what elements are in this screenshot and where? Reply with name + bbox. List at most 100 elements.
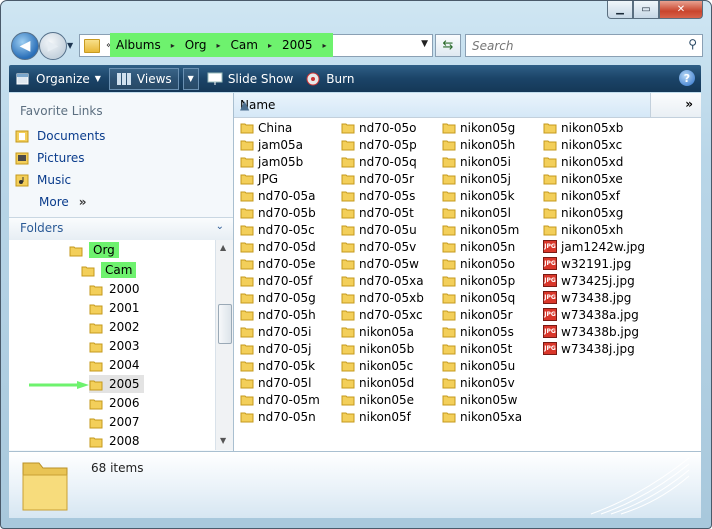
- scroll-down-icon[interactable]: ▼: [220, 436, 226, 445]
- views-button[interactable]: Views: [108, 67, 179, 90]
- file-item[interactable]: JPG w73438b.jpg: [543, 323, 639, 340]
- file-item[interactable]: nikon05h: [442, 136, 515, 153]
- scroll-thumb[interactable]: [218, 304, 232, 344]
- file-item[interactable]: nd70-05m: [240, 391, 320, 408]
- file-item[interactable]: nikon05w: [442, 391, 518, 408]
- file-item[interactable]: nikon05i: [442, 153, 511, 170]
- file-item[interactable]: nd70-05c: [240, 221, 315, 238]
- file-item[interactable]: nd70-05xb: [341, 289, 424, 306]
- search-input[interactable]: [470, 35, 674, 56]
- file-item[interactable]: nd70-05a: [240, 187, 315, 204]
- tree-item-2008[interactable]: 2008: [89, 432, 140, 450]
- tree-item-2000[interactable]: 2000: [89, 280, 140, 298]
- file-item[interactable]: nikon05xe: [543, 170, 623, 187]
- file-item[interactable]: jam05b: [240, 153, 303, 170]
- views-dropdown[interactable]: ▼: [182, 67, 199, 90]
- tree-item-2002[interactable]: 2002: [89, 318, 140, 336]
- file-item[interactable]: nd70-05e: [240, 255, 315, 272]
- file-item[interactable]: JPG w73438a.jpg: [543, 306, 639, 323]
- file-item[interactable]: nd70-05t: [341, 204, 414, 221]
- refresh-button[interactable]: ⇆: [435, 34, 461, 57]
- file-item[interactable]: nikon05xc: [543, 136, 622, 153]
- favorite-more[interactable]: More »: [39, 195, 87, 209]
- crumb-separator[interactable]: ▸: [171, 41, 175, 50]
- organize-button[interactable]: Organize ▼: [9, 65, 107, 92]
- file-item[interactable]: nd70-05r: [341, 170, 414, 187]
- file-item[interactable]: nd70-05u: [341, 221, 417, 238]
- file-item[interactable]: nikon05e: [341, 391, 414, 408]
- file-item[interactable]: nikon05r: [442, 306, 513, 323]
- file-item[interactable]: nikon05o: [442, 255, 515, 272]
- file-item[interactable]: nikon05a: [341, 323, 414, 340]
- file-item[interactable]: nd70-05g: [240, 289, 316, 306]
- file-item[interactable]: nd70-05l: [240, 374, 311, 391]
- file-item[interactable]: nd70-05n: [240, 408, 316, 425]
- tree-item-2005[interactable]: 2005: [89, 375, 144, 393]
- file-item[interactable]: JPG: [240, 170, 278, 187]
- file-item[interactable]: nd70-05q: [341, 153, 417, 170]
- file-item[interactable]: nikon05b: [341, 340, 414, 357]
- file-item[interactable]: nikon05f: [341, 408, 411, 425]
- file-item[interactable]: nd70-05s: [341, 187, 415, 204]
- tree-item-2003[interactable]: 2003: [89, 337, 140, 355]
- file-item[interactable]: nd70-05v: [341, 238, 416, 255]
- file-item[interactable]: nikon05d: [341, 374, 414, 391]
- file-item[interactable]: JPG w32191.jpg: [543, 255, 631, 272]
- file-item[interactable]: nikon05xb: [543, 119, 623, 136]
- tree-item-2007[interactable]: 2007: [89, 413, 140, 431]
- file-item[interactable]: nikon05j: [442, 170, 511, 187]
- file-item[interactable]: nd70-05i: [240, 323, 311, 340]
- favorite-documents[interactable]: Documents: [15, 129, 105, 143]
- file-item[interactable]: nikon05xa: [442, 408, 522, 425]
- file-item[interactable]: nikon05c: [341, 357, 413, 374]
- close-button[interactable]: ✕: [659, 1, 703, 19]
- file-item[interactable]: nd70-05k: [240, 357, 315, 374]
- file-item[interactable]: nd70-05xa: [341, 272, 424, 289]
- crumb-albums[interactable]: Albums: [116, 38, 161, 52]
- file-item[interactable]: JPG w73425j.jpg: [543, 272, 635, 289]
- search-box[interactable]: ⚲: [465, 34, 703, 57]
- crumb-2005[interactable]: 2005: [282, 38, 313, 52]
- crumb-separator[interactable]: ▸: [217, 41, 221, 50]
- file-item[interactable]: China: [240, 119, 292, 136]
- tree-scrollbar[interactable]: ▲ ▼: [215, 240, 233, 450]
- back-button[interactable]: ◀: [11, 32, 39, 60]
- file-item[interactable]: nd70-05d: [240, 238, 316, 255]
- file-item[interactable]: nikon05xf: [543, 187, 620, 204]
- file-item[interactable]: nikon05t: [442, 340, 512, 357]
- file-item[interactable]: nd70-05j: [240, 340, 311, 357]
- file-item[interactable]: nikon05p: [442, 272, 515, 289]
- file-item[interactable]: nd70-05h: [240, 306, 316, 323]
- file-item[interactable]: nikon05xd: [543, 153, 623, 170]
- file-item[interactable]: nd70-05b: [240, 204, 316, 221]
- crumb-org[interactable]: Org: [185, 38, 207, 52]
- help-button[interactable]: ?: [679, 70, 695, 86]
- file-item[interactable]: nd70-05xc: [341, 306, 423, 323]
- folders-header[interactable]: Folders ⌄: [9, 217, 233, 241]
- file-item[interactable]: nikon05q: [442, 289, 515, 306]
- file-item[interactable]: nikon05s: [442, 323, 514, 340]
- tree-item-org[interactable]: Org: [69, 241, 119, 259]
- crumb-separator[interactable]: ▸: [268, 41, 272, 50]
- file-item[interactable]: nikon05l: [442, 204, 511, 221]
- crumb-separator[interactable]: ▸: [323, 41, 327, 50]
- file-item[interactable]: JPG jam1242w.jpg: [543, 238, 645, 255]
- file-item[interactable]: nd70-05w: [341, 255, 419, 272]
- scroll-up-icon[interactable]: ▲: [220, 243, 226, 252]
- address-bar[interactable]: « Albums ▸ Org ▸ Cam ▸ 2005 ▸ ▼: [79, 33, 433, 57]
- file-item[interactable]: nikon05g: [442, 119, 515, 136]
- favorite-music[interactable]: Music: [15, 173, 71, 187]
- file-item[interactable]: nikon05u: [442, 357, 515, 374]
- file-item[interactable]: nd70-05o: [341, 119, 416, 136]
- file-item[interactable]: nikon05xh: [543, 221, 623, 238]
- file-item[interactable]: JPG w73438.jpg: [543, 289, 631, 306]
- tree-item-cam[interactable]: Cam: [81, 261, 137, 279]
- forward-button[interactable]: ▶: [39, 32, 67, 60]
- file-item[interactable]: nikon05k: [442, 187, 515, 204]
- minimize-button[interactable]: ▁: [607, 1, 633, 19]
- file-item[interactable]: nikon05xg: [543, 204, 623, 221]
- file-item[interactable]: nikon05v: [442, 374, 515, 391]
- crumb-cam[interactable]: Cam: [231, 38, 258, 52]
- more-columns-button[interactable]: »: [685, 97, 693, 111]
- file-item[interactable]: nd70-05p: [341, 136, 417, 153]
